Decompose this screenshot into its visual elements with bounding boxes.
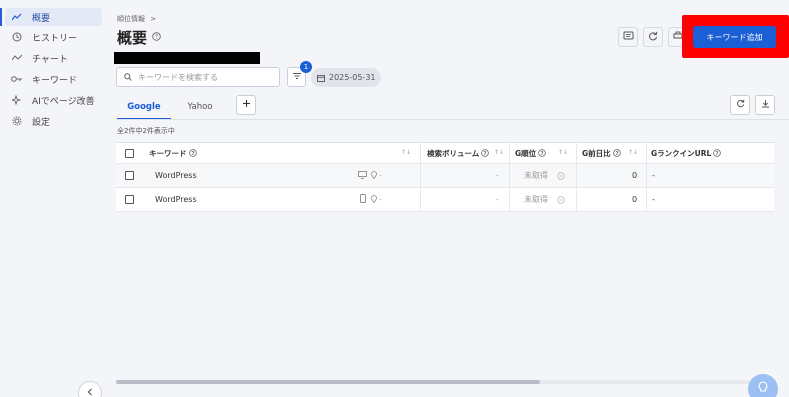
help-icon[interactable]: ? [612, 149, 621, 157]
search-input[interactable] [138, 72, 273, 82]
location-icon [371, 194, 377, 205]
search-box[interactable] [116, 67, 280, 87]
rank-cell: 未取得 [524, 195, 548, 204]
diff-cell: 0 [632, 195, 638, 204]
trend-icon [10, 13, 24, 21]
rank-cell: 未取得 [524, 171, 548, 180]
sync-icon [648, 31, 658, 44]
help-icon[interactable]: ? [538, 149, 546, 157]
location-value: - [379, 195, 382, 204]
chart-icon [10, 54, 24, 62]
svg-text:?: ? [615, 151, 618, 157]
sidebar-item-label: キーワード [32, 75, 78, 86]
table-row[interactable]: WordPress - - 未取得 0 - [116, 164, 774, 188]
sparkle-icon [10, 95, 24, 105]
main-content: 順位情報 > 概要 ? キーワード追加 1 202 [104, 0, 789, 397]
keyword-table: キーワード ? ↑↓ 検索ボリューム ? ↑↓ G順位 ? ↑↓ G前日比 ? … [116, 142, 774, 212]
help-icon[interactable]: ? [481, 149, 490, 157]
column-header-diff[interactable]: G前日比 ? [582, 143, 621, 163]
refresh-button[interactable] [643, 27, 663, 47]
add-keyword-button[interactable]: キーワード追加 [693, 26, 776, 48]
row-checkbox[interactable] [125, 195, 134, 204]
page-title: 概要 [117, 29, 148, 47]
svg-text:?: ? [541, 151, 544, 157]
sidebar-item-keyword[interactable]: キーワード [5, 70, 102, 88]
volume-cell: - [496, 171, 499, 180]
refresh-icon [736, 99, 745, 111]
breadcrumb-link[interactable]: 順位情報 [117, 15, 145, 23]
tab-google[interactable]: Google [117, 96, 171, 120]
keyword-cell[interactable]: WordPress [155, 188, 197, 211]
breadcrumb-separator: > [150, 15, 157, 23]
keyword-cell[interactable]: WordPress [155, 164, 197, 187]
breadcrumb: 順位情報 > [117, 14, 156, 24]
lightbulb-icon [758, 381, 768, 397]
comment-button[interactable] [618, 27, 638, 47]
comment-icon [623, 31, 634, 44]
sidebar-item-label: チャート [32, 54, 68, 65]
row-checkbox[interactable] [125, 171, 134, 180]
help-bulb-button[interactable] [748, 374, 778, 397]
volume-cell: - [496, 195, 499, 204]
chevron-left-icon [87, 388, 93, 397]
sidebar-item-settings[interactable]: 設定 [5, 112, 102, 130]
tabs-divider [116, 119, 789, 120]
filter-count-badge: 1 [300, 61, 312, 73]
sort-icon[interactable]: ↑↓ [628, 149, 638, 156]
history-icon [10, 32, 24, 42]
diff-cell: 0 [632, 171, 638, 180]
sidebar-item-label: 設定 [32, 117, 51, 128]
result-count: 全2件中2件表示中 [117, 127, 175, 135]
help-icon[interactable]: ? [188, 149, 197, 157]
gear-icon [10, 116, 24, 126]
sidebar-item-label: AIでページ改善 [32, 96, 95, 107]
select-all-checkbox[interactable] [125, 148, 134, 158]
location-value: - [379, 171, 382, 180]
status-icon [557, 188, 565, 211]
calendar-icon [317, 74, 325, 82]
search-icon [124, 73, 132, 81]
column-header-url[interactable]: GランクインURL ? [651, 143, 722, 163]
column-header-volume[interactable]: 検索ボリューム ? [427, 143, 490, 163]
url-cell: - [652, 195, 655, 204]
sidebar-item-label: 概要 [32, 13, 51, 24]
desktop-icon [358, 170, 367, 181]
svg-text:?: ? [716, 151, 719, 157]
sidebar-item-overview[interactable]: 概要 [0, 8, 102, 26]
svg-text:?: ? [191, 151, 194, 157]
location-icon [371, 170, 377, 181]
sidebar-collapse-button[interactable] [78, 381, 102, 397]
table-header-row: キーワード ? ↑↓ 検索ボリューム ? ↑↓ G順位 ? ↑↓ G前日比 ? … [116, 143, 774, 164]
column-header-keyword[interactable]: キーワード ? [149, 143, 197, 163]
column-header-rank[interactable]: G順位 ? [515, 143, 546, 163]
sort-icon[interactable]: ↑↓ [494, 149, 504, 156]
table-row[interactable]: WordPress - - 未取得 0 - [116, 188, 774, 212]
mobile-icon [360, 194, 366, 205]
sidebar-item-history[interactable]: ヒストリー [5, 28, 102, 46]
download-button[interactable] [755, 95, 775, 115]
date-picker[interactable]: 2025-05-31 [311, 68, 381, 87]
help-icon[interactable]: ? [713, 149, 722, 157]
plus-icon [242, 99, 251, 111]
reload-button[interactable] [730, 95, 750, 115]
help-icon[interactable]: ? [152, 32, 161, 44]
horizontal-scrollbar-thumb[interactable] [116, 380, 540, 384]
sidebar-item-label: ヒストリー [32, 33, 78, 44]
tab-yahoo[interactable]: Yahoo [174, 96, 226, 118]
redacted-block [114, 52, 260, 64]
svg-text:?: ? [155, 34, 158, 41]
date-value: 2025-05-31 [329, 73, 376, 82]
svg-text:?: ? [484, 151, 487, 157]
sort-icon[interactable]: ↑↓ [558, 149, 568, 156]
sort-icon[interactable]: ↑↓ [401, 149, 411, 156]
download-icon [761, 99, 770, 111]
add-tab-button[interactable] [236, 95, 256, 115]
sidebar-item-chart[interactable]: チャート [5, 49, 102, 67]
url-cell: - [652, 171, 655, 180]
sidebar: 概要 ヒストリー チャート キーワード AIでページ改善 設定 [0, 0, 104, 397]
key-icon [10, 75, 24, 83]
status-icon [557, 164, 565, 187]
sidebar-item-ai-improve[interactable]: AIでページ改善 [5, 91, 102, 109]
filter-icon [292, 72, 302, 83]
